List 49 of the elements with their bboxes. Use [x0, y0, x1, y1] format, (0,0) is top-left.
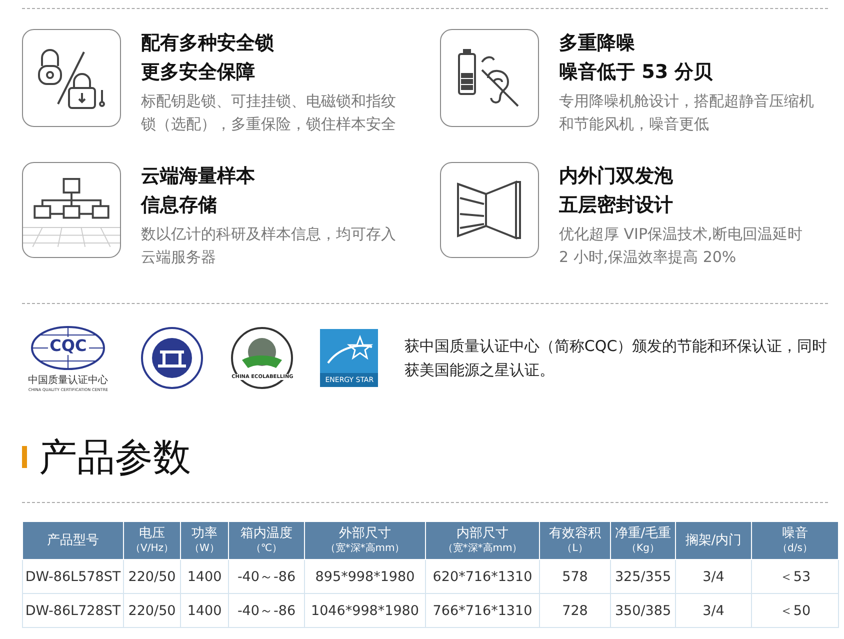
feature-title: 配有多种安全锁: [141, 31, 275, 56]
table-cell: 1400: [180, 594, 228, 628]
column-header: 净重/毛重 （Kg）: [610, 522, 676, 560]
section-marker: [22, 446, 27, 468]
table-cell: 728: [540, 594, 610, 628]
table-cell: 3/4: [676, 594, 752, 628]
table-cell: 1046*998*1980: [304, 594, 426, 628]
column-header: 箱内温度 （℃）: [228, 522, 304, 560]
logo-caption: 中国质量认证中心: [28, 374, 108, 386]
table-cell: 325/355: [610, 560, 676, 594]
feature-description: 数以亿计的科研及样本信息，均可存入云端服务器: [141, 224, 396, 268]
table-cell: -40～-86: [228, 594, 304, 628]
table-cell: 1400: [180, 560, 228, 594]
column-header: 内部尺寸 （宽*深*高mm）: [426, 522, 540, 560]
table-cell: 350/385: [610, 594, 676, 628]
table-cell: DW-86L728ST: [22, 594, 124, 628]
column-header: 有效容积 （L）: [540, 522, 610, 560]
feature-title: 信息存储: [141, 193, 218, 218]
feature-title: 更多安全保障: [141, 60, 256, 85]
table-cell: 220/50: [124, 560, 180, 594]
feature-title: 多重降噪: [559, 31, 636, 56]
table-cell: -40～-86: [228, 560, 304, 594]
table-cell: 620*716*1310: [426, 560, 540, 594]
column-header: 外部尺寸 （宽*深*高mm）: [304, 522, 426, 560]
logo-mark: CQC: [48, 336, 89, 354]
section-title: 产品参数: [39, 434, 191, 480]
feature-title: 内外门双发泡: [559, 164, 674, 189]
table-cell: ＜53: [752, 560, 838, 594]
certification-text: 获中国质量认证中心（简称CQC）颁发的节能和环保认证，同时获美国能源之星认证。: [404, 336, 828, 381]
table-cell: 220/50: [124, 594, 180, 628]
table-cell: 766*716*1310: [426, 594, 540, 628]
feature-description: 专用降噪机舱设计，搭配超静音压缩机和节能风机，噪音更低: [559, 91, 814, 135]
feature-title: 噪音低于 53 分贝: [559, 60, 714, 85]
table-cell: 895*998*1980: [304, 560, 426, 594]
feature-description: 优化超厚 VIP保温技术,断电回温延时 2 小时,保温效率提高 20%: [559, 224, 804, 268]
table-cell: ＜50: [752, 594, 838, 628]
table-cell: DW-86L578ST: [22, 560, 124, 594]
feature-title: 云端海量样本: [141, 164, 256, 189]
feature-description: 标配钥匙锁、可挂挂锁、电磁锁和指纹锁（选配），多重保险，锁住样本安全: [141, 91, 396, 135]
column-header: 噪音 （d/s）: [752, 522, 838, 560]
table-cell: 3/4: [676, 560, 752, 594]
column-header: 搁架/内门: [676, 522, 752, 560]
column-header: 产品型号: [22, 522, 124, 560]
feature-title: 五层密封设计: [559, 193, 674, 218]
table-cell: 578: [540, 560, 610, 594]
eco-seal-icon: [230, 326, 294, 390]
round-seal-icon: [140, 326, 204, 390]
column-header: 功率 （W）: [180, 522, 228, 560]
column-header: 电压 （V/Hz）: [124, 522, 180, 560]
